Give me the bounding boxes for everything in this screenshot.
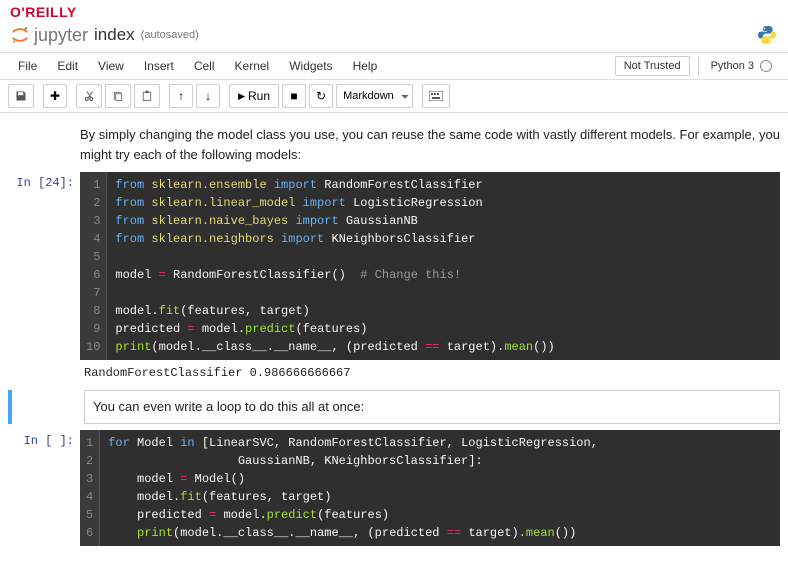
code-cell[interactable]: In [24]: 12345678910 from sklearn.ensemb… [8,172,780,384]
cell-output: RandomForestClassifier 0.986666666667 [80,360,780,384]
menu-view[interactable]: View [88,53,134,79]
stop-icon: ■ [290,89,297,103]
notebook-name[interactable]: index [94,25,135,45]
toolbar: ✚ ↑ ↓ ▶Run ■ ↻ Markdown [0,80,788,113]
code-lines: for Model in [LinearSVC, RandomForestCla… [100,430,606,546]
keyboard-icon [429,91,443,101]
move-down-button[interactable]: ↓ [196,84,220,108]
restart-icon: ↻ [316,89,326,103]
save-button[interactable] [8,84,34,108]
run-button[interactable]: ▶Run [229,84,279,108]
markdown-text: By simply changing the model class you u… [80,123,780,166]
code-input[interactable]: 123456 for Model in [LinearSVC, RandomFo… [80,430,780,546]
run-label: Run [248,89,270,103]
python-logo-icon [756,24,778,46]
brand-header: O'REILLY [0,0,788,22]
markdown-cell[interactable]: By simply changing the model class you u… [8,123,780,166]
paste-icon [141,90,153,102]
interrupt-button[interactable]: ■ [282,84,306,108]
copy-icon [112,90,124,102]
menu-help[interactable]: Help [343,53,388,79]
line-gutter: 123456 [80,430,100,546]
brand-logo: O'REILLY [10,4,77,20]
kernel-indicator[interactable]: Python 3 [698,56,780,76]
prompt-empty [8,123,80,166]
markdown-text: You can even write a loop to do this all… [84,390,780,424]
save-icon [15,90,27,102]
markdown-cell-selected[interactable]: You can even write a loop to do this all… [8,390,780,424]
code-input[interactable]: 12345678910 from sklearn.ensemble import… [80,172,780,360]
jupyter-text: jupyter [34,25,88,46]
input-prompt: In [24]: [8,172,80,384]
autosave-status: (autosaved) [141,29,199,41]
paste-button[interactable] [134,84,160,108]
cell-type-select[interactable]: Markdown [336,84,413,108]
jupyter-icon [10,25,30,45]
kernel-status-icon [760,60,772,72]
input-prompt: In [ ]: [8,430,80,546]
trust-button[interactable]: Not Trusted [615,56,690,76]
menu-widgets[interactable]: Widgets [279,53,342,79]
notebook-area: By simply changing the model class you u… [0,113,788,572]
menu-insert[interactable]: Insert [134,53,184,79]
jupyter-logo: jupyter [10,25,88,46]
menu-file[interactable]: File [8,53,47,79]
move-up-button[interactable]: ↑ [169,84,193,108]
scissors-icon [83,90,95,102]
plus-icon: ✚ [50,89,60,103]
copy-button[interactable] [105,84,131,108]
code-lines: from sklearn.ensemble import RandomFores… [107,172,562,360]
menu-cell[interactable]: Cell [184,53,225,79]
menu-edit[interactable]: Edit [47,53,88,79]
arrow-up-icon: ↑ [178,89,184,103]
menu-kernel[interactable]: Kernel [225,53,280,79]
prompt-empty [12,390,84,424]
code-cell[interactable]: In [ ]: 123456 for Model in [LinearSVC, … [8,430,780,546]
command-palette-button[interactable] [422,84,450,108]
menu-bar: File Edit View Insert Cell Kernel Widget… [0,52,788,80]
restart-button[interactable]: ↻ [309,84,333,108]
title-bar: jupyter index (autosaved) [0,22,788,52]
add-cell-button[interactable]: ✚ [43,84,67,108]
line-gutter: 12345678910 [80,172,107,360]
arrow-down-icon: ↓ [205,89,211,103]
play-icon: ▶ [238,91,245,102]
cut-button[interactable] [76,84,102,108]
kernel-name: Python 3 [711,60,754,72]
